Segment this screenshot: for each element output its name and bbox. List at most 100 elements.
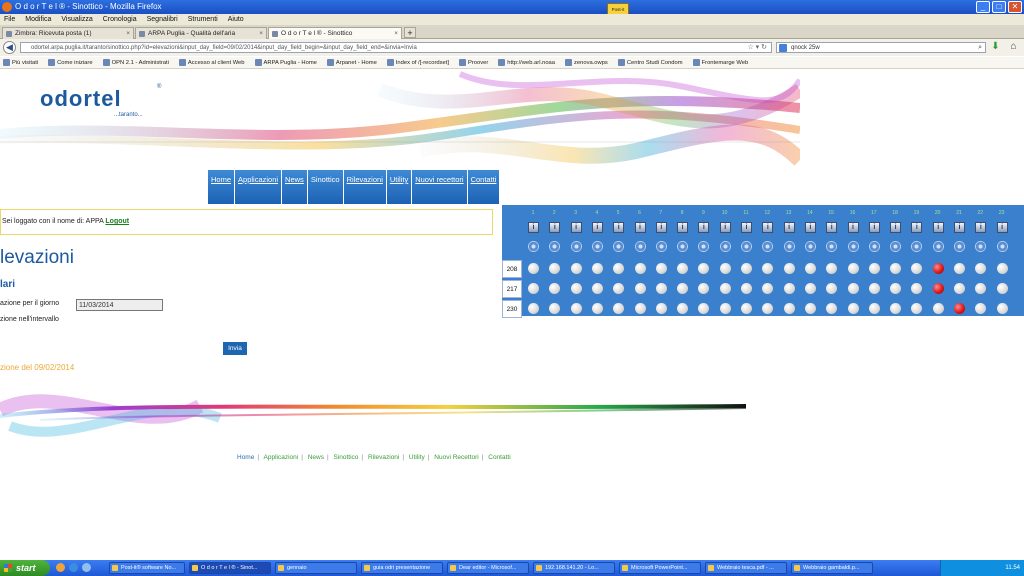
wind-rose-icon[interactable]	[634, 241, 646, 252]
info-icon[interactable]: i	[698, 222, 710, 233]
firefox-quicklaunch-icon[interactable]	[56, 563, 65, 572]
menu-modifica[interactable]: Modifica	[25, 14, 51, 25]
wind-rose-icon[interactable]	[677, 241, 689, 252]
maximize-button[interactable]: □	[992, 1, 1006, 13]
status-dot[interactable]	[634, 263, 646, 274]
task-button[interactable]: guia odri presentazione	[361, 562, 443, 574]
status-dot[interactable]	[528, 283, 539, 294]
status-dot[interactable]	[890, 283, 902, 294]
status-dot[interactable]	[932, 303, 944, 314]
task-button[interactable]: Microsoft PowerPoint...	[619, 562, 701, 574]
minimize-button[interactable]: _	[976, 1, 990, 13]
status-dot[interactable]	[570, 303, 582, 314]
status-dot[interactable]	[655, 303, 667, 314]
info-icon[interactable]: i	[911, 222, 923, 233]
home-icon[interactable]: ⌂	[1008, 42, 1019, 53]
status-dot[interactable]	[890, 263, 902, 274]
search-icon[interactable]: ⌕	[978, 43, 982, 52]
info-icon[interactable]: i	[996, 222, 1008, 233]
tab-close-icon[interactable]: ×	[126, 28, 130, 39]
status-dot[interactable]	[804, 263, 816, 274]
status-dot[interactable]	[826, 263, 838, 274]
nav-home[interactable]: Home	[208, 170, 235, 204]
tab-arpa[interactable]: ARPA Puglia - Qualità dell'aria ×	[135, 27, 267, 39]
tab-odortel[interactable]: O d o r T e l ® - Sinottico ×	[268, 27, 402, 39]
wind-rose-icon[interactable]	[549, 241, 561, 252]
status-dot[interactable]	[847, 283, 859, 294]
footer-link-applicazioni[interactable]: Applicazioni	[264, 454, 299, 461]
status-dot[interactable]	[996, 263, 1008, 274]
status-dot[interactable]	[762, 263, 774, 274]
menu-cronologia[interactable]: Cronologia	[103, 14, 137, 25]
status-dot[interactable]	[911, 283, 923, 294]
search-box[interactable]: qnock 25w ⌕	[776, 42, 986, 53]
wind-rose-icon[interactable]	[762, 241, 774, 252]
bookmark-item[interactable]: Proover	[458, 57, 488, 68]
bookmark-item[interactable]: OPN 2.1 - Administrati	[102, 57, 169, 68]
status-dot[interactable]	[528, 263, 539, 274]
tab-close-icon[interactable]: ×	[394, 28, 398, 39]
nav-nuovi-recettori[interactable]: Nuovi recettori	[412, 170, 467, 204]
wind-rose-icon[interactable]	[613, 241, 625, 252]
task-button[interactable]: Post-it® software No...	[109, 562, 185, 574]
site-logo[interactable]: odortel	[40, 86, 122, 112]
task-button[interactable]: Dear editor - Microsof...	[447, 562, 529, 574]
start-button[interactable]: start	[0, 560, 50, 576]
wind-rose-icon[interactable]	[570, 241, 582, 252]
alert-status-dot[interactable]	[954, 303, 965, 314]
info-icon[interactable]: i	[890, 222, 902, 233]
status-dot[interactable]	[868, 263, 880, 274]
status-dot[interactable]	[591, 303, 603, 314]
status-dot[interactable]	[804, 303, 816, 314]
info-icon[interactable]: i	[719, 222, 731, 233]
wind-rose-icon[interactable]	[911, 241, 923, 252]
nav-contatti[interactable]: Contatti	[467, 170, 500, 204]
footer-link-nuovi-recettori[interactable]: Nuovi Recettori	[434, 454, 478, 461]
menu-segnalibri[interactable]: Segnalibri	[147, 14, 178, 25]
footer-link-news[interactable]: News	[308, 454, 324, 461]
desktop-quicklaunch-icon[interactable]	[82, 563, 91, 572]
wind-rose-icon[interactable]	[826, 241, 838, 252]
status-dot[interactable]	[570, 283, 582, 294]
new-tab-button[interactable]: +	[404, 27, 416, 38]
status-dot[interactable]	[613, 303, 625, 314]
status-dot[interactable]	[591, 263, 603, 274]
status-dot[interactable]	[847, 303, 859, 314]
status-dot[interactable]	[762, 303, 774, 314]
status-dot[interactable]	[677, 263, 689, 274]
status-dot[interactable]	[826, 303, 838, 314]
info-icon[interactable]: i	[762, 222, 774, 233]
bookmark-item[interactable]: Centro Studi Condom	[617, 57, 683, 68]
info-icon[interactable]: i	[932, 222, 944, 233]
info-icon[interactable]: i	[677, 222, 689, 233]
wind-rose-icon[interactable]	[783, 241, 795, 252]
info-icon[interactable]: i	[570, 222, 582, 233]
footer-link-home[interactable]: Home	[237, 454, 254, 461]
bookmark-star-icon[interactable]: ☆ ▾ ↻	[747, 43, 767, 52]
logout-link[interactable]: Logout	[105, 218, 129, 225]
info-icon[interactable]: i	[975, 222, 987, 233]
task-button[interactable]: gennaio	[275, 562, 357, 574]
info-icon[interactable]: i	[868, 222, 880, 233]
footer-link-sinottico[interactable]: Sinottico	[333, 454, 358, 461]
bookmark-item[interactable]: Arpanet - Home	[326, 57, 377, 68]
status-dot[interactable]	[826, 283, 838, 294]
info-icon[interactable]: i	[549, 222, 561, 233]
status-dot[interactable]	[719, 263, 731, 274]
status-dot[interactable]	[975, 263, 987, 274]
status-dot[interactable]	[719, 303, 731, 314]
status-dot[interactable]	[613, 283, 625, 294]
status-dot[interactable]	[549, 263, 561, 274]
download-icon[interactable]: ⬇	[990, 42, 1001, 53]
invia-button[interactable]: Invia	[223, 342, 247, 355]
status-dot[interactable]	[783, 303, 795, 314]
wind-rose-icon[interactable]	[719, 241, 731, 252]
status-dot[interactable]	[868, 303, 880, 314]
wind-rose-icon[interactable]	[996, 241, 1008, 252]
bookmark-item[interactable]: Frontemarge Web	[692, 57, 748, 68]
bookmark-item[interactable]: Accesso al client Web	[178, 57, 245, 68]
status-dot[interactable]	[783, 263, 795, 274]
status-dot[interactable]	[911, 263, 923, 274]
wind-rose-icon[interactable]	[975, 241, 987, 252]
status-dot[interactable]	[996, 283, 1008, 294]
